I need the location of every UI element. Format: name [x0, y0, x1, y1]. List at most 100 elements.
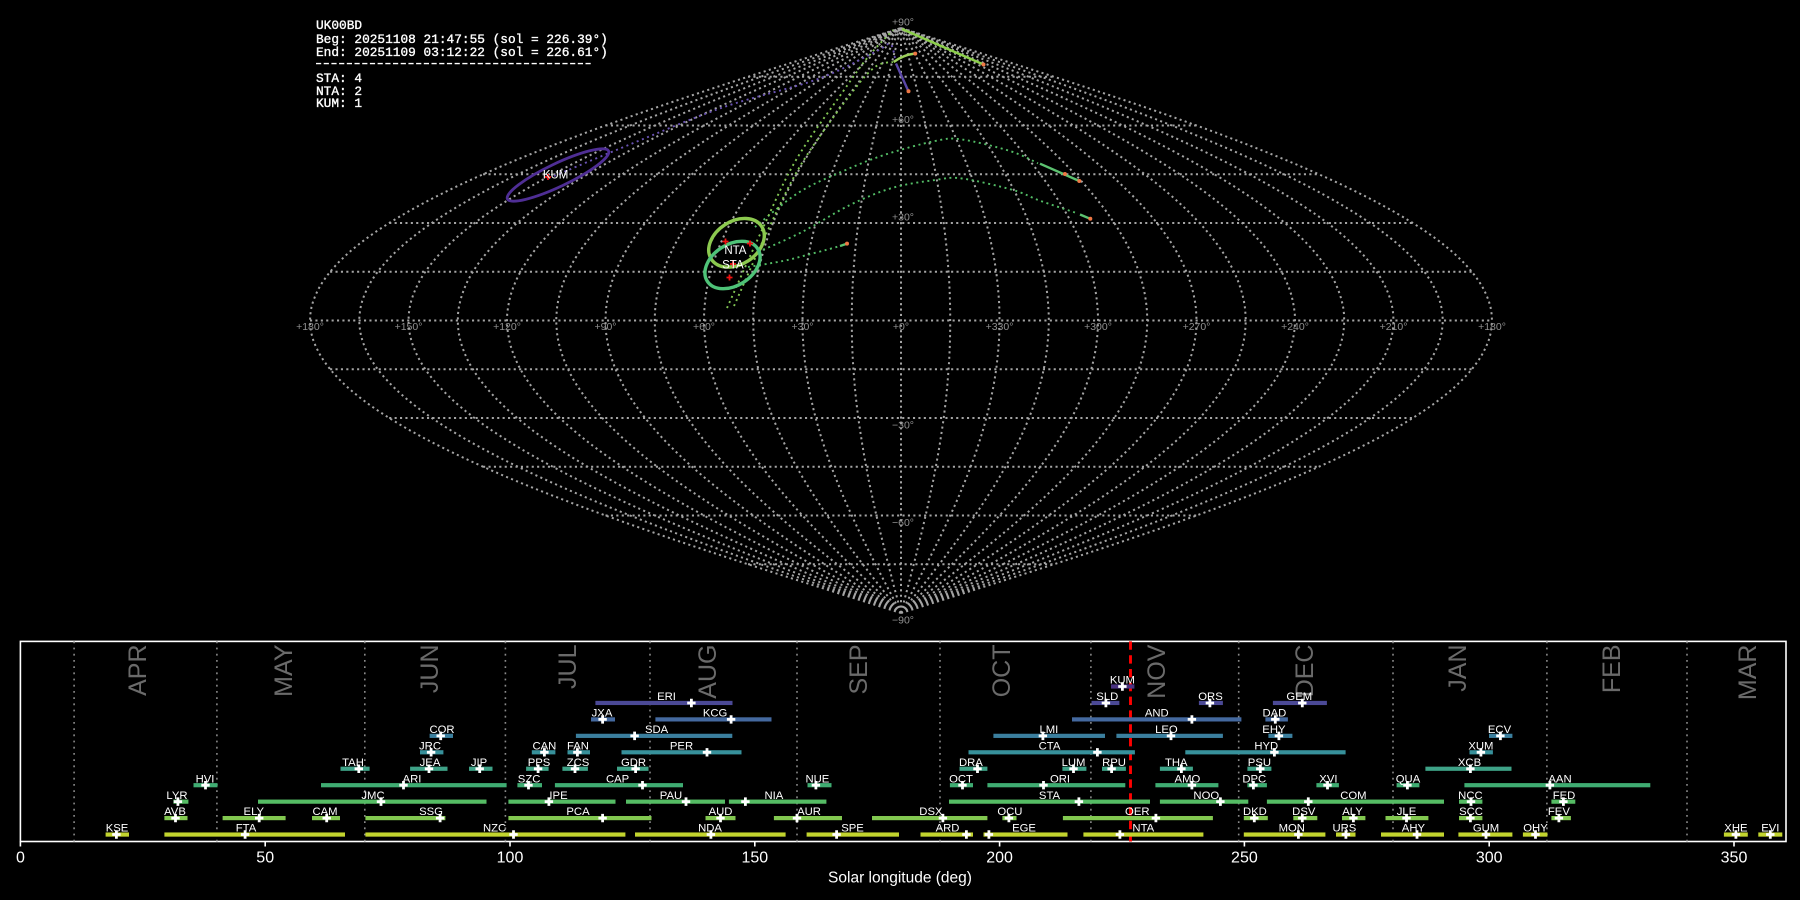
- svg-text:FEB: FEB: [1598, 645, 1626, 694]
- svg-text:LUM: LUM: [1062, 757, 1086, 769]
- svg-text:50: 50: [256, 850, 274, 867]
- svg-text:DSX: DSX: [919, 806, 943, 818]
- svg-text:+270°: +270°: [1183, 321, 1211, 333]
- svg-text:PER: PER: [670, 740, 693, 752]
- svg-text:AUD: AUD: [709, 806, 733, 818]
- svg-text:NTA: NTA: [1132, 823, 1154, 835]
- svg-text:+0°: +0°: [893, 321, 909, 333]
- svg-text:SPE: SPE: [841, 823, 864, 835]
- svg-text:PPS: PPS: [528, 757, 551, 769]
- svg-text:CTA: CTA: [1039, 740, 1061, 752]
- svg-text:+90°: +90°: [594, 321, 616, 333]
- svg-text:ORI: ORI: [1050, 773, 1070, 785]
- svg-text:LEO: LEO: [1155, 724, 1178, 736]
- svg-text:XVI: XVI: [1319, 773, 1337, 785]
- svg-text:EVI: EVI: [1761, 823, 1779, 835]
- svg-text:OCT: OCT: [949, 773, 973, 785]
- svg-text:−60°: −60°: [892, 517, 914, 529]
- svg-text:NOV: NOV: [1143, 644, 1171, 699]
- svg-text:ARI: ARI: [403, 773, 422, 785]
- svg-text:JMC: JMC: [361, 790, 384, 802]
- svg-text:DEC: DEC: [1291, 645, 1319, 698]
- svg-text:COR: COR: [429, 724, 454, 736]
- svg-text:STA: STA: [1039, 790, 1061, 802]
- svg-text:NCC: NCC: [1458, 790, 1482, 802]
- svg-text:ZCS: ZCS: [567, 757, 590, 769]
- svg-text:AND: AND: [1145, 708, 1169, 720]
- svg-text:ORS: ORS: [1198, 691, 1223, 703]
- svg-text:JLE: JLE: [1397, 806, 1417, 818]
- svg-text:+240°: +240°: [1281, 321, 1309, 333]
- svg-text:AMO: AMO: [1175, 773, 1201, 785]
- svg-text:FED: FED: [1553, 790, 1576, 802]
- svg-text:MON: MON: [1279, 823, 1305, 835]
- svg-text:STA: STA: [722, 259, 744, 271]
- svg-text:SLD: SLD: [1096, 691, 1118, 703]
- svg-text:KSE: KSE: [106, 823, 129, 835]
- svg-text:DKD: DKD: [1243, 806, 1267, 818]
- svg-text:200: 200: [986, 850, 1013, 867]
- svg-text:ARD: ARD: [936, 823, 960, 835]
- svg-text:LYR: LYR: [166, 790, 187, 802]
- svg-text:NZC: NZC: [483, 823, 506, 835]
- svg-text:DAD: DAD: [1262, 708, 1286, 720]
- svg-text:+90°: +90°: [892, 17, 914, 29]
- svg-text:JIP: JIP: [471, 757, 487, 769]
- svg-text:THA: THA: [1165, 757, 1188, 769]
- svg-text:CAN: CAN: [532, 740, 556, 752]
- svg-text:DPC: DPC: [1242, 773, 1266, 785]
- svg-text:−30°: −30°: [892, 420, 914, 432]
- svg-text:JRC: JRC: [419, 740, 441, 752]
- svg-text:XUM: XUM: [1468, 740, 1493, 752]
- svg-text:AVB: AVB: [164, 806, 186, 818]
- svg-text:IPE: IPE: [549, 790, 568, 802]
- svg-text:GUM: GUM: [1473, 823, 1499, 835]
- svg-text:RPU: RPU: [1102, 757, 1126, 769]
- svg-text:KUM: KUM: [543, 169, 569, 181]
- svg-text:OHY: OHY: [1523, 823, 1548, 835]
- svg-text:APR: APR: [124, 645, 152, 696]
- svg-text:150: 150: [741, 850, 768, 867]
- svg-text:+120°: +120°: [493, 321, 521, 333]
- svg-text:KUM: KUM: [1110, 675, 1135, 687]
- svg-text:GDR: GDR: [621, 757, 646, 769]
- svg-text:SZC: SZC: [518, 773, 541, 785]
- svg-text:OCU: OCU: [997, 806, 1022, 818]
- svg-text:OCT: OCT: [988, 645, 1016, 698]
- svg-text:CAP: CAP: [606, 773, 629, 785]
- svg-text:SDA: SDA: [645, 724, 669, 736]
- svg-text:AAN: AAN: [1548, 773, 1571, 785]
- svg-text:GEM: GEM: [1286, 691, 1312, 703]
- svg-text:+300°: +300°: [1084, 321, 1112, 333]
- svg-text:NIA: NIA: [764, 790, 783, 802]
- svg-text:JUL: JUL: [554, 644, 582, 689]
- svg-text:QUA: QUA: [1396, 773, 1421, 785]
- svg-text:100: 100: [497, 850, 524, 867]
- svg-text:+180°: +180°: [296, 321, 324, 333]
- svg-text:PSU: PSU: [1248, 757, 1271, 769]
- svg-text:End: 20251109 03:12:22 (sol =: End: 20251109 03:12:22 (sol = 226.61°): [316, 45, 608, 60]
- svg-text:300: 300: [1476, 850, 1503, 867]
- svg-text:COM: COM: [1340, 790, 1366, 802]
- svg-text:0: 0: [16, 850, 25, 867]
- svg-text:KUM: 1: KUM: 1: [316, 96, 362, 111]
- svg-text:MAR: MAR: [1734, 645, 1762, 701]
- svg-text:EGE: EGE: [1012, 823, 1036, 835]
- svg-text:TAH: TAH: [342, 757, 364, 769]
- svg-text:JUN: JUN: [416, 645, 444, 694]
- svg-text:+330°: +330°: [986, 321, 1014, 333]
- svg-text:JXA: JXA: [592, 708, 613, 720]
- svg-text:ECV: ECV: [1488, 724, 1512, 736]
- svg-text:+60°: +60°: [693, 321, 715, 333]
- svg-text:+210°: +210°: [1380, 321, 1408, 333]
- svg-text:ERI: ERI: [657, 691, 676, 703]
- svg-text:ELY: ELY: [244, 806, 265, 818]
- svg-text:JAN: JAN: [1444, 645, 1472, 692]
- svg-text:NDA: NDA: [698, 823, 722, 835]
- svg-text:250: 250: [1231, 850, 1258, 867]
- svg-text:UK00BD: UK00BD: [316, 18, 362, 33]
- svg-text:HYD: HYD: [1254, 740, 1278, 752]
- svg-text:AUG: AUG: [694, 645, 722, 699]
- svg-text:HVI: HVI: [196, 773, 215, 785]
- svg-text:EHY: EHY: [1262, 724, 1286, 736]
